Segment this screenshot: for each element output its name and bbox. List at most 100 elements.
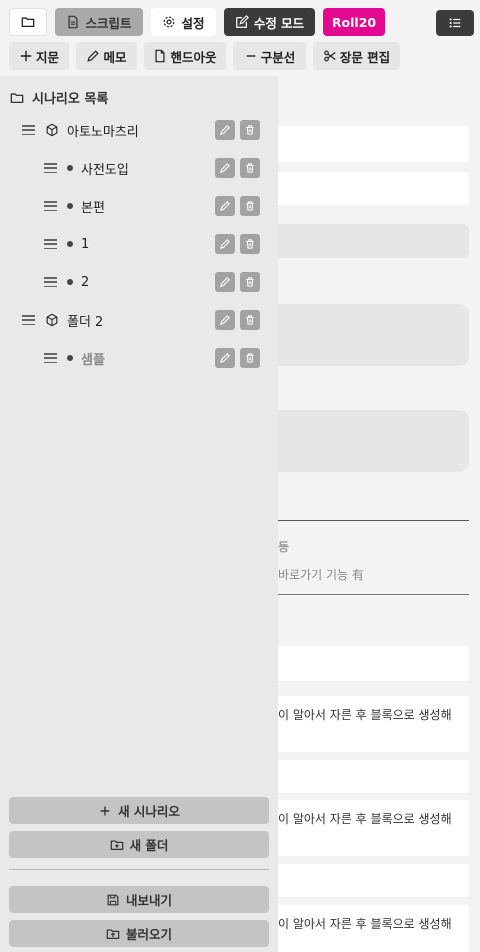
edit-mode-label: 수정 모드 [253, 15, 305, 31]
add-divider-button[interactable]: 구분선 [233, 42, 306, 70]
script-label: 스크립트 [85, 15, 132, 31]
content-fragment: 바로가기 기능 有 [278, 568, 364, 582]
delete-item-button[interactable] [240, 310, 260, 330]
scissors-icon [323, 49, 337, 63]
tree-item-actions [215, 234, 260, 254]
block-text: 이 알아서 자른 후 블록으로 생성해 [278, 708, 452, 722]
delete-item-button[interactable] [240, 120, 260, 140]
roll20-label: Roll20 [331, 14, 377, 30]
tree-item-actions [215, 196, 260, 216]
gear-icon [162, 15, 176, 29]
tree-scenario-item[interactable]: 샘플 [0, 347, 278, 369]
drag-handle-icon[interactable] [44, 201, 57, 211]
delete-item-button[interactable] [240, 272, 260, 292]
delete-item-button[interactable] [240, 234, 260, 254]
list-menu-button[interactable] [436, 10, 474, 36]
export-label: 내보내기 [125, 893, 172, 908]
block-text: 이 알아서 자른 후 블록으로 생성해 [278, 917, 452, 931]
sidebar-title: 시나리오 목록 [10, 88, 108, 107]
settings-button[interactable]: 설정 [151, 8, 216, 36]
edit-item-button[interactable] [215, 158, 235, 178]
pencil-icon [86, 49, 100, 63]
edit-item-button[interactable] [215, 120, 235, 140]
roll20-button[interactable]: Roll20 [323, 8, 385, 36]
tree-scenario-item[interactable]: 사전도입 [0, 157, 278, 179]
new-scenario-label: 새 시나리오 [118, 804, 180, 819]
bullet-icon [67, 279, 73, 285]
content-fragment: 등 [278, 540, 290, 554]
drag-handle-icon[interactable] [44, 277, 57, 287]
edit-item-button[interactable] [215, 348, 235, 368]
cube-icon [45, 123, 59, 137]
document-icon [66, 15, 80, 29]
list-icon [448, 16, 462, 30]
scene-edit-button[interactable]: 장문 편집 [313, 42, 400, 70]
add-memo-button[interactable]: 메모 [76, 42, 137, 70]
delete-item-button[interactable] [240, 348, 260, 368]
edit-item-button[interactable] [215, 234, 235, 254]
new-scenario-button[interactable]: 새 시나리오 [9, 797, 269, 824]
tree-scenario-item[interactable]: 본편 [0, 195, 278, 217]
add-handout-button[interactable]: 핸드아웃 [144, 42, 226, 70]
delete-item-button[interactable] [240, 196, 260, 216]
sidebar-separator [9, 869, 269, 870]
tree-item-label: 1 [81, 236, 90, 252]
block-text: 이 알아서 자른 후 블록으로 생성해 [278, 812, 452, 826]
drag-handle-icon[interactable] [22, 315, 35, 325]
tree-item-label: 아토노마츠리 [67, 124, 139, 140]
export-button[interactable]: 내보내기 [9, 886, 269, 913]
bullet-icon [67, 355, 73, 361]
handout-label: 핸드아웃 [170, 49, 217, 65]
tree-item-actions [215, 272, 260, 292]
drag-handle-icon[interactable] [22, 125, 35, 135]
folder-icon [10, 91, 24, 105]
top-toolbar: 스크립트 설정 수정 모드 Roll20 지문 메모 핸드아웃 구분선 장문 편… [0, 0, 480, 76]
folder-plus-icon [110, 838, 124, 852]
import-button[interactable]: 불러오기 [9, 920, 269, 947]
minus-icon [244, 49, 258, 63]
narration-label: 지문 [35, 49, 59, 65]
folder-upload-icon [106, 927, 120, 941]
plus-icon [98, 804, 112, 818]
edit-item-button[interactable] [215, 310, 235, 330]
sidebar-title-label: 시나리오 목록 [32, 92, 109, 107]
edit-mode-button[interactable]: 수정 모드 [224, 8, 315, 36]
tree-folder-item[interactable]: 아토노마츠리 [0, 119, 278, 141]
tree-scenario-item[interactable]: 1 [0, 233, 278, 255]
folder-icon [21, 15, 35, 29]
scene-edit-label: 장문 편집 [339, 49, 391, 65]
tree-folder-item[interactable]: 폴더 2 [0, 309, 278, 331]
cube-icon [45, 313, 59, 327]
tree-item-label: 폴더 2 [67, 314, 104, 330]
save-icon [106, 893, 120, 907]
tree-item-actions [215, 310, 260, 330]
tree-item-actions [215, 348, 260, 368]
divider-label: 구분선 [260, 49, 296, 65]
bullet-icon [67, 241, 73, 247]
script-button[interactable]: 스크립트 [55, 8, 143, 36]
add-narration-button[interactable]: 지문 [9, 42, 69, 70]
tree-item-label: 샘플 [81, 352, 105, 368]
folder-toggle-button[interactable] [9, 8, 47, 36]
edit-item-button[interactable] [215, 196, 235, 216]
tree-item-label: 본편 [81, 200, 105, 216]
drag-handle-icon[interactable] [44, 163, 57, 173]
bullet-icon [67, 165, 73, 171]
new-folder-label: 새 폴더 [129, 838, 169, 853]
drag-handle-icon[interactable] [44, 353, 57, 363]
tree-item-actions [215, 158, 260, 178]
import-label: 불러오기 [125, 927, 172, 942]
drag-handle-icon[interactable] [44, 239, 57, 249]
edit-icon [235, 15, 249, 29]
settings-label: 설정 [181, 15, 205, 31]
new-folder-button[interactable]: 새 폴더 [9, 831, 269, 858]
file-icon [153, 49, 167, 63]
tree-item-label: 사전도입 [81, 162, 129, 178]
edit-item-button[interactable] [215, 272, 235, 292]
delete-item-button[interactable] [240, 158, 260, 178]
plus-icon [19, 49, 33, 63]
tree-scenario-item[interactable]: 2 [0, 271, 278, 293]
bullet-icon [67, 203, 73, 209]
tree-item-actions [215, 120, 260, 140]
tree-item-label: 2 [81, 274, 90, 290]
